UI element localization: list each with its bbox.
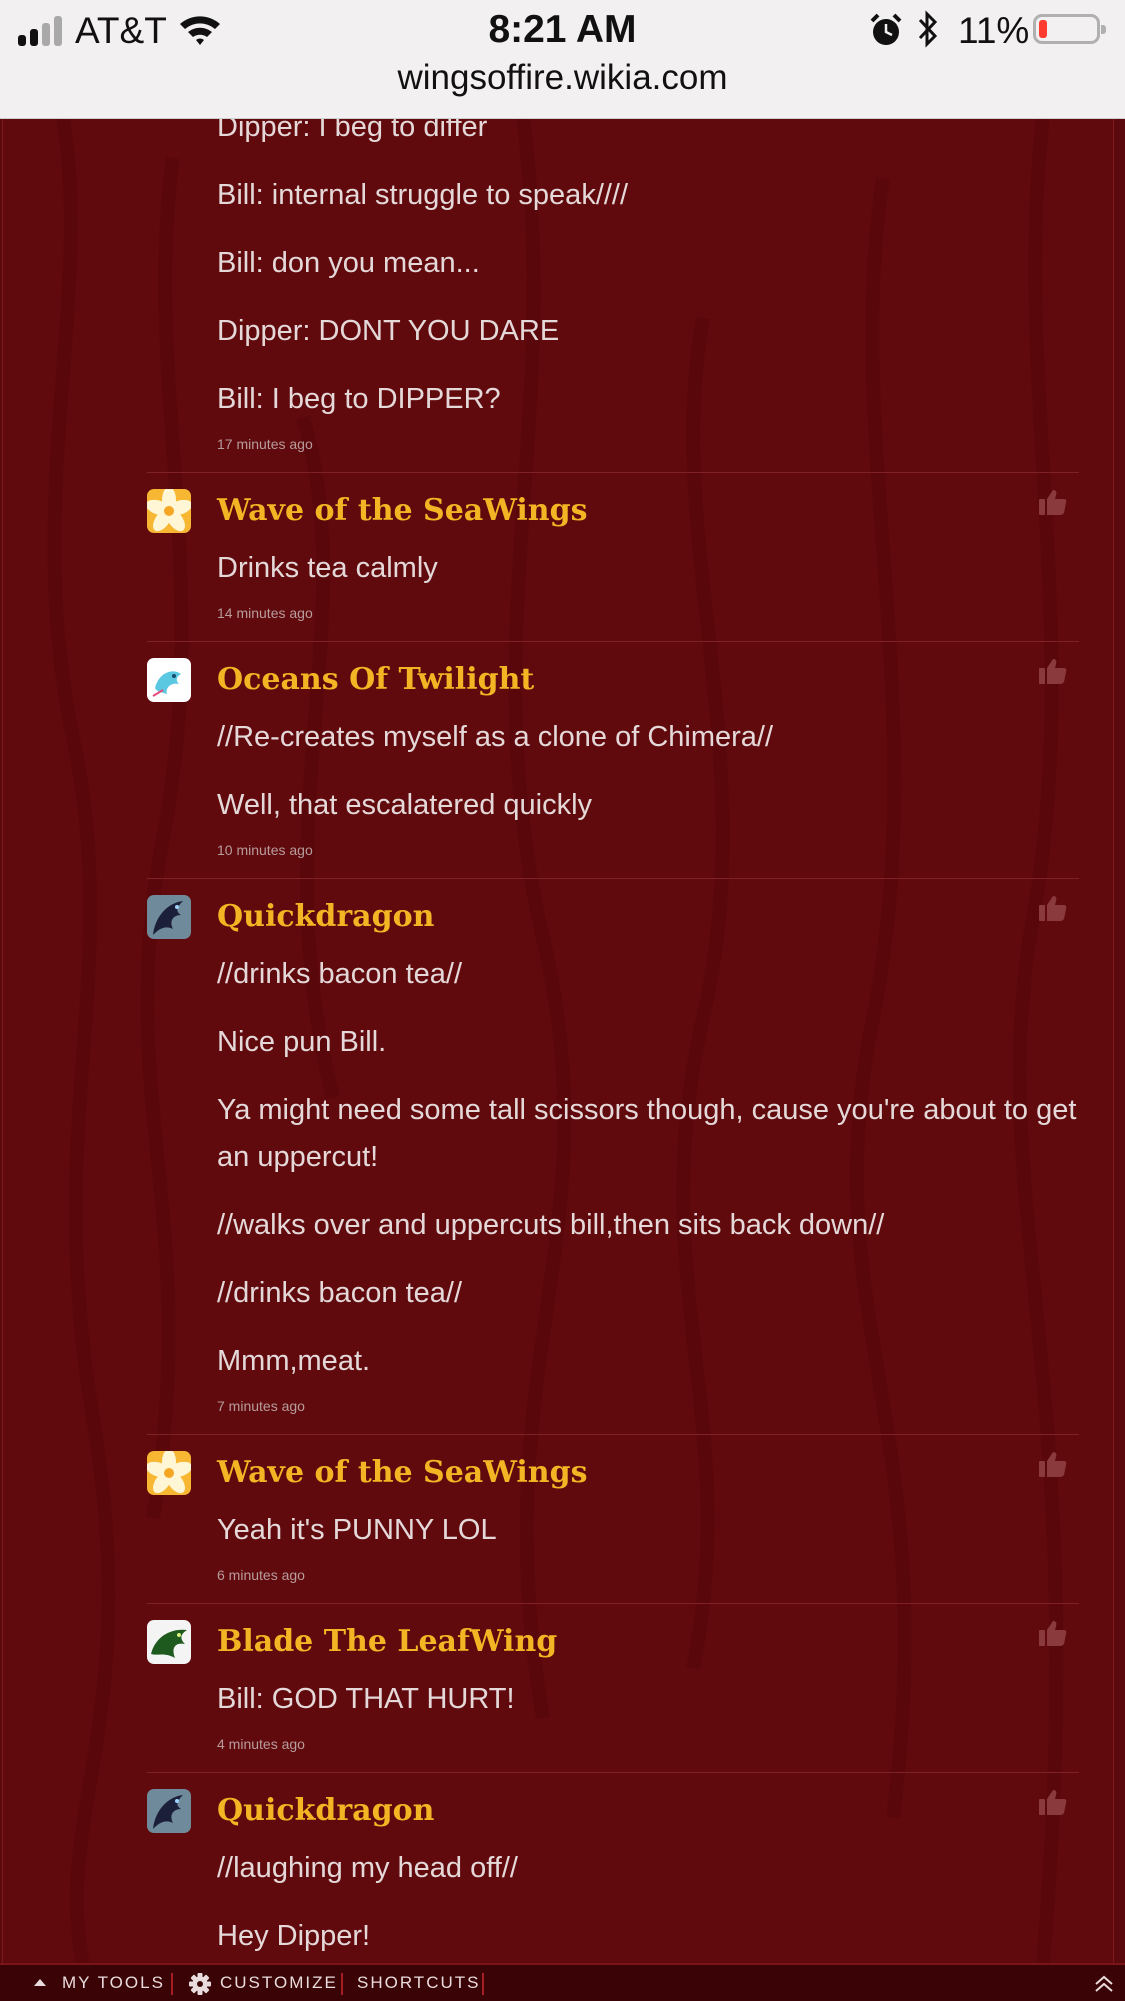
thumbs-up-icon xyxy=(1039,490,1067,515)
avatar[interactable] xyxy=(147,1620,191,1664)
like-button[interactable] xyxy=(1039,1451,1067,1477)
toolbar-divider xyxy=(171,1973,173,1995)
comment-timestamp: 14 minutes ago xyxy=(217,605,313,621)
gear-icon xyxy=(189,1973,211,1995)
avatar[interactable] xyxy=(147,1789,191,1833)
comment-divider xyxy=(147,472,1079,473)
alarm-icon xyxy=(870,13,902,45)
comment-author[interactable]: Quickdragon xyxy=(217,1789,1079,1833)
thumbs-up-icon xyxy=(1039,659,1067,684)
green-dragon-avatar-icon xyxy=(147,1620,191,1664)
comment-text: //laughing my head off// xyxy=(217,1852,518,1884)
shortcuts-button[interactable]: SHORTCUTS xyxy=(357,1973,480,1993)
comment-text: Bill: GOD THAT HURT! xyxy=(217,1683,515,1715)
comment: Quickdragon //drinks bacon tea// Nice pu… xyxy=(147,895,1079,1435)
like-button[interactable] xyxy=(1039,895,1067,921)
comment-text: Yeah it's PUNNY LOL xyxy=(217,1514,497,1546)
comment-author[interactable]: Quickdragon xyxy=(217,895,1079,939)
comment-divider xyxy=(147,1434,1079,1435)
toolbar-divider xyxy=(341,1973,343,1995)
comment-timestamp: 6 minutes ago xyxy=(217,1567,305,1583)
dragon-drawing-avatar-icon xyxy=(147,658,191,702)
avatar[interactable] xyxy=(147,658,191,702)
wikia-toolbar: MY TOOLS CUSTOMIZE SHORTCUTS xyxy=(0,1963,1125,2001)
comment-timestamp: 7 minutes ago xyxy=(217,1398,305,1414)
avatar[interactable] xyxy=(147,895,191,939)
comment-text: //Re-creates myself as a clone of Chimer… xyxy=(217,721,774,753)
status-bar: AT&T 8:21 AM 11% xyxy=(0,0,1125,62)
avatar[interactable] xyxy=(147,489,191,533)
comment-author[interactable]: Wave of the SeaWings xyxy=(217,1451,1079,1495)
comment-divider xyxy=(147,641,1079,642)
comment: Quickdragon //laughing my head off// Hey… xyxy=(147,1789,1079,1960)
comment-text: Bill: don you mean... xyxy=(217,247,480,279)
comment-text: Dipper: DONT YOU DARE xyxy=(217,315,560,347)
comment: Oceans Of Twilight //Re-creates myself a… xyxy=(147,658,1079,879)
comment-text: Ya might need some tall scissors though,… xyxy=(217,1094,1077,1173)
plumeria-avatar-icon xyxy=(147,1451,191,1495)
comment-text: Nice pun Bill. xyxy=(217,1026,387,1058)
like-button[interactable] xyxy=(1039,489,1067,515)
toolbar-divider xyxy=(482,1973,484,1995)
thumbs-up-icon xyxy=(1039,1452,1067,1477)
comment-text: Bill: internal struggle to speak//// xyxy=(217,179,629,211)
comment: Blade The LeafWing Bill: GOD THAT HURT! … xyxy=(147,1620,1079,1773)
dark-dragon-avatar-icon xyxy=(147,895,191,939)
comment-divider xyxy=(147,878,1079,879)
comment-author[interactable]: Wave of the SeaWings xyxy=(217,489,1079,533)
thumbs-up-icon xyxy=(1039,896,1067,921)
comment-text: //drinks bacon tea// xyxy=(217,958,463,990)
comment-divider xyxy=(147,1603,1079,1604)
my-tools-button[interactable]: MY TOOLS xyxy=(62,1973,165,1993)
thumbs-up-icon xyxy=(1039,1790,1067,1815)
like-button[interactable] xyxy=(1039,658,1067,684)
comment-timestamp: 17 minutes ago xyxy=(217,436,313,452)
comment-text: Mmm,meat. xyxy=(217,1345,371,1377)
comment-text: Dipper: I beg to differ xyxy=(217,118,488,143)
status-time: 8:21 AM xyxy=(488,8,637,51)
avatar[interactable] xyxy=(147,1451,191,1495)
comment-text: Bill: I beg to DIPPER? xyxy=(217,383,501,415)
like-button[interactable] xyxy=(1039,1620,1067,1646)
plumeria-avatar-icon xyxy=(147,489,191,533)
comment-text: //walks over and uppercuts bill,then sit… xyxy=(217,1209,885,1241)
comments-panel: Dipper: I beg to differ Bill: internal s… xyxy=(2,118,1114,1963)
page-content: Dipper: I beg to differ Bill: internal s… xyxy=(0,118,1125,1963)
comment-text: Well, that escalatered quickly xyxy=(217,789,593,821)
collapse-toolbar-icon[interactable] xyxy=(1093,1975,1115,1993)
comment-text: //drinks bacon tea// xyxy=(217,1277,463,1309)
browser-top-bar: AT&T 8:21 AM 11% wingsoffire.wikia.com xyxy=(0,0,1125,119)
comment-author[interactable]: Blade The LeafWing xyxy=(217,1620,1079,1664)
caret-up-icon xyxy=(34,1979,46,1986)
comment: Wave of the SeaWings Drinks tea calmly 1… xyxy=(147,489,1079,642)
like-button[interactable] xyxy=(1039,1789,1067,1815)
comment-divider xyxy=(147,1772,1079,1773)
comment-timestamp: 10 minutes ago xyxy=(217,842,313,858)
bluetooth-icon xyxy=(918,10,938,48)
address-bar[interactable]: wingsoffire.wikia.com xyxy=(0,58,1125,98)
comment-text: Drinks tea calmly xyxy=(217,552,438,584)
comment-thread: Dipper: I beg to differ Bill: internal s… xyxy=(147,118,1079,1963)
comment-text: Hey Dipper! xyxy=(217,1920,371,1952)
thumbs-up-icon xyxy=(1039,1621,1067,1646)
battery-percent: 11% xyxy=(958,10,1030,51)
partial-comment: Dipper: I beg to differ Bill: internal s… xyxy=(147,118,1079,473)
battery-icon xyxy=(1033,14,1106,44)
comment-timestamp: 4 minutes ago xyxy=(217,1736,305,1752)
customize-button[interactable]: CUSTOMIZE xyxy=(220,1973,338,1993)
dark-dragon-avatar-icon xyxy=(147,1789,191,1833)
comment-author[interactable]: Oceans Of Twilight xyxy=(217,658,1079,702)
comment: Wave of the SeaWings Yeah it's PUNNY LOL… xyxy=(147,1451,1079,1604)
